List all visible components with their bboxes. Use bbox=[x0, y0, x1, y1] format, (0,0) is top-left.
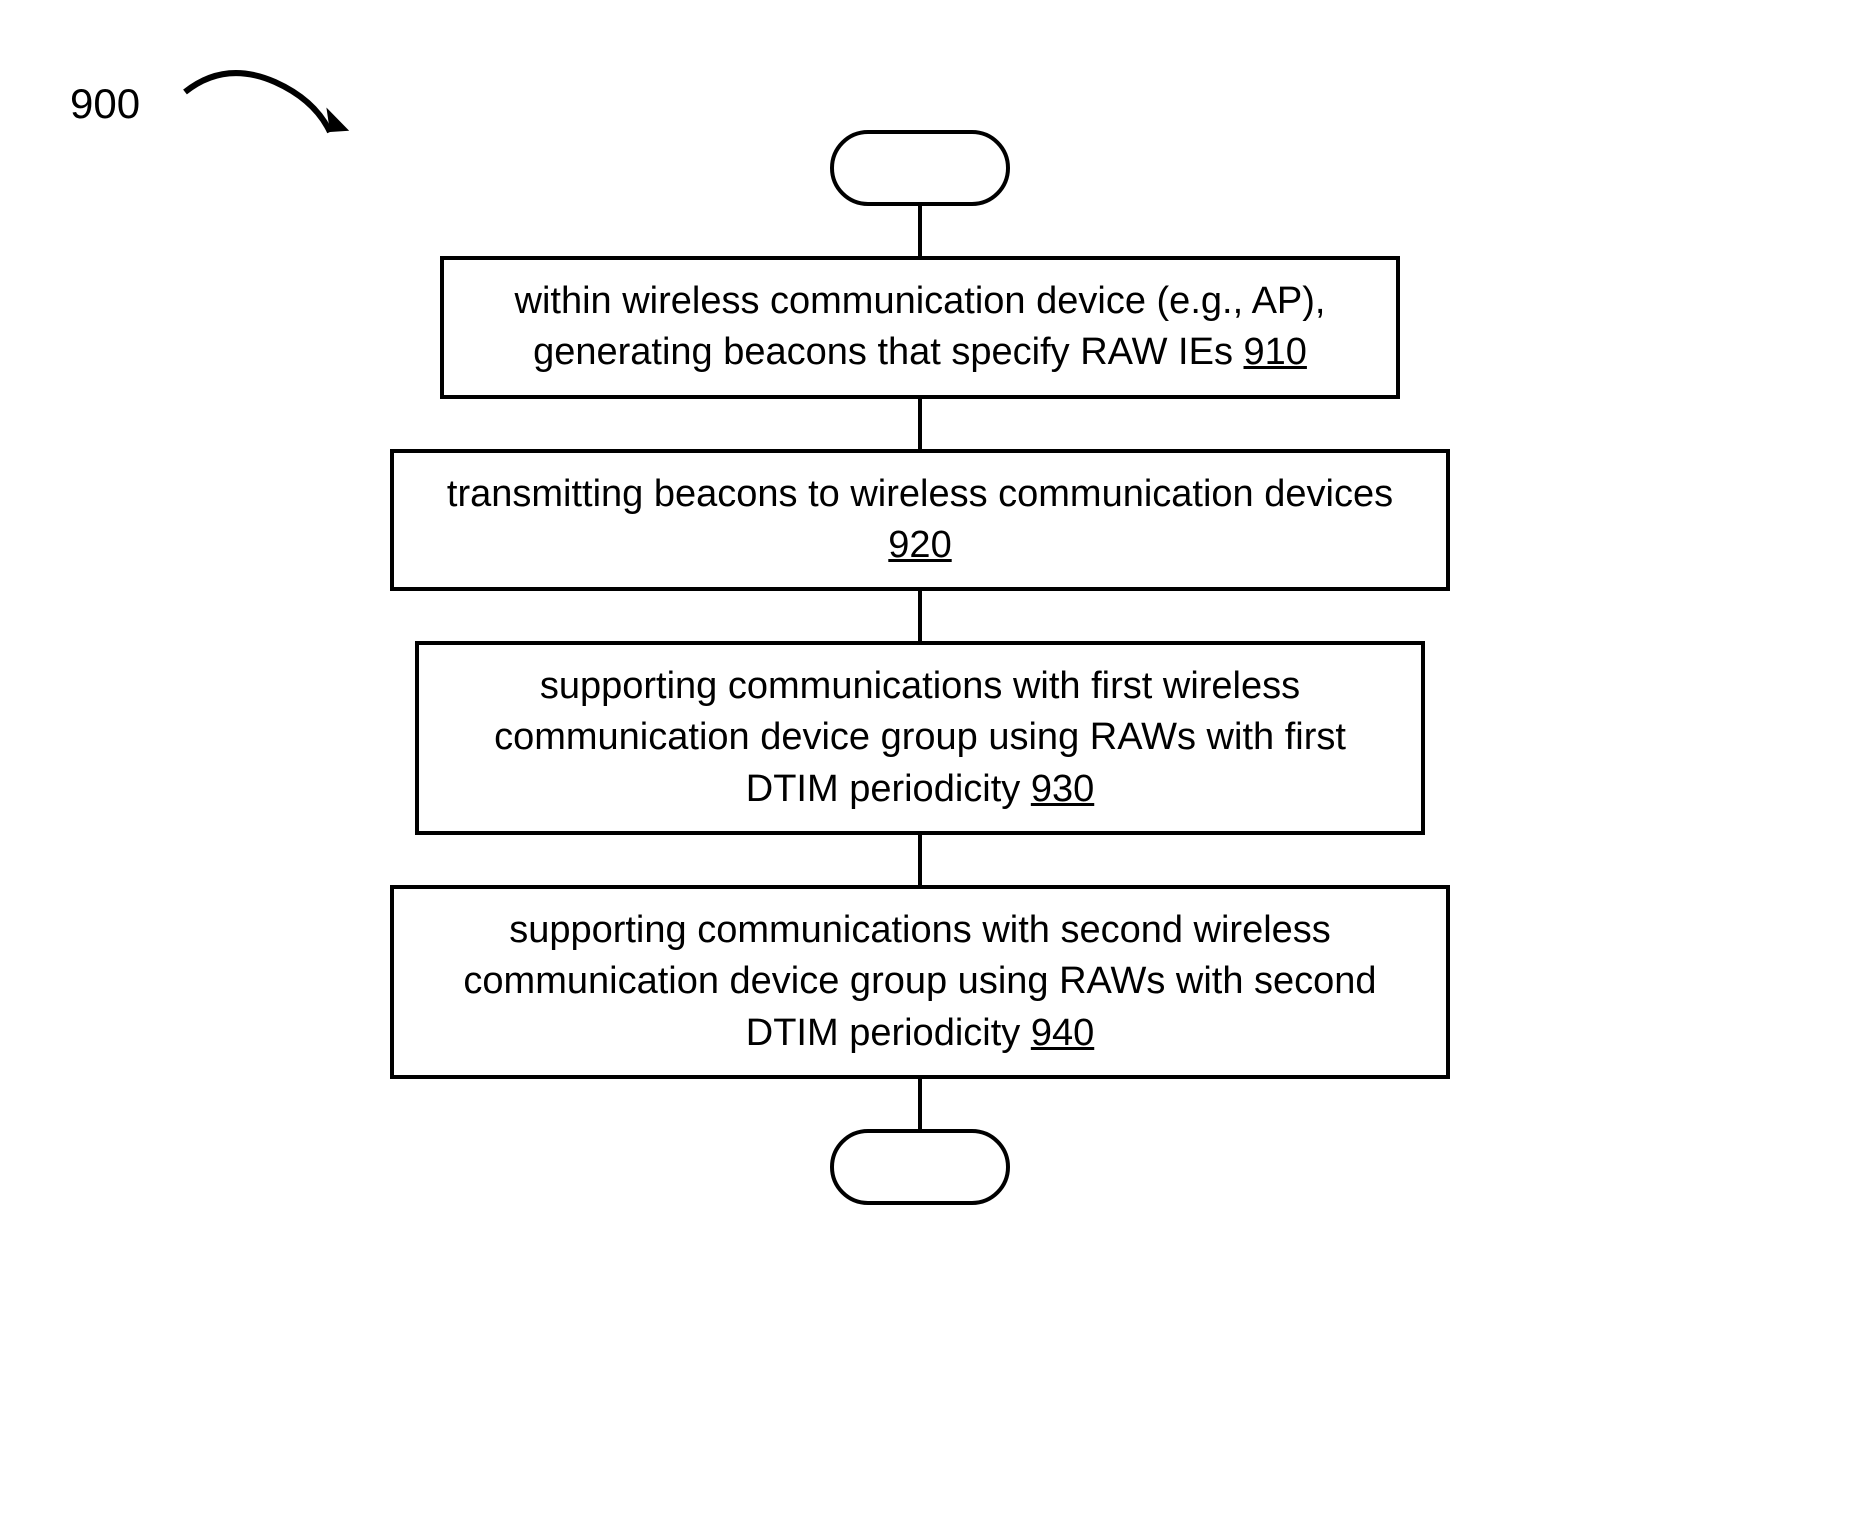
step-reference-number: 910 bbox=[1244, 331, 1307, 373]
process-text: transmitting beacons to wireless communi… bbox=[447, 473, 1393, 515]
figure-number-label: 900 bbox=[70, 80, 140, 128]
start-terminator bbox=[830, 130, 1010, 206]
process-step-910: within wireless communication device (e.… bbox=[440, 256, 1400, 399]
process-step-920: transmitting beacons to wireless communi… bbox=[390, 449, 1450, 592]
process-step-930: supporting communications with first wir… bbox=[415, 641, 1425, 835]
curved-arrow-icon bbox=[175, 52, 375, 152]
step-reference-number: 920 bbox=[888, 524, 951, 566]
flowchart-container: within wireless communication device (e.… bbox=[390, 130, 1450, 1205]
step-reference-number: 940 bbox=[1031, 1012, 1094, 1054]
process-text: within wireless communication device (e.… bbox=[515, 280, 1326, 373]
flow-connector bbox=[918, 835, 922, 885]
flow-connector bbox=[918, 1079, 922, 1129]
flow-connector bbox=[918, 591, 922, 641]
process-text: supporting communications with second wi… bbox=[463, 909, 1376, 1054]
process-text: supporting communications with first wir… bbox=[494, 665, 1346, 810]
end-terminator bbox=[830, 1129, 1010, 1205]
flow-connector bbox=[918, 206, 922, 256]
process-step-940: supporting communications with second wi… bbox=[390, 885, 1450, 1079]
flow-connector bbox=[918, 399, 922, 449]
step-reference-number: 930 bbox=[1031, 768, 1094, 810]
